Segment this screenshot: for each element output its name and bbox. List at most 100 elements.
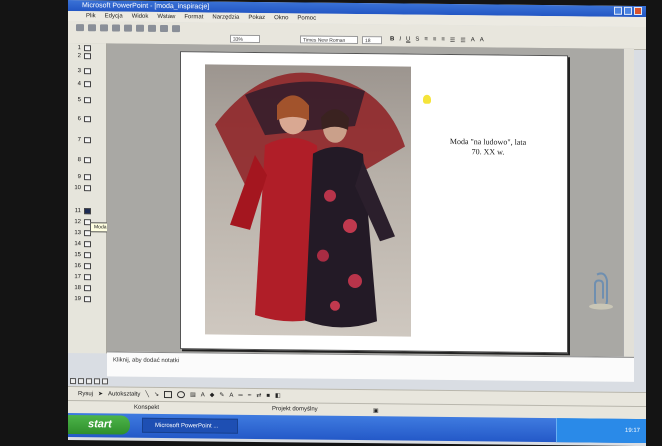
outline-slide-14[interactable]: 14 (71, 241, 91, 248)
print-icon[interactable] (112, 24, 120, 32)
menu-file[interactable]: Plik (86, 11, 96, 21)
outline-slide-7[interactable]: 7 (71, 137, 91, 144)
slide-caption[interactable]: Moda "na ludowo", lata 70. XX w. (429, 137, 547, 158)
line-icon[interactable]: ╲ (145, 391, 149, 398)
outline-slide-10[interactable]: 10 (71, 185, 91, 192)
outline-slide-2[interactable]: 2 (71, 53, 91, 60)
outline-slide-15[interactable]: 15 (71, 252, 91, 259)
dash-style-icon[interactable]: ┅ (248, 392, 252, 399)
slide-view-icon[interactable] (86, 378, 92, 385)
textbox-icon[interactable]: ▤ (190, 391, 196, 398)
cut-icon[interactable] (124, 24, 132, 32)
window-controls (614, 6, 642, 16)
windows-taskbar: start Microsoft PowerPoint ... 19:17 (68, 413, 646, 444)
slideshow-view-icon[interactable] (102, 378, 108, 385)
oval-icon[interactable] (177, 391, 186, 399)
shrink-font-icon[interactable]: A (480, 37, 484, 44)
align-left-icon[interactable]: ≡ (424, 37, 428, 44)
grow-font-icon[interactable]: A (471, 37, 475, 44)
outline-slide-13[interactable]: 13 (71, 230, 91, 237)
status-view: Konspekt (134, 404, 160, 411)
outline-slide-5[interactable]: 5 (71, 97, 91, 104)
new-icon[interactable] (76, 24, 84, 32)
line-color-icon[interactable]: ✎ (219, 392, 224, 399)
spellcheck-icon: ▣ (373, 408, 379, 415)
outline-slide-3[interactable]: 3 (71, 68, 91, 75)
shadow-style-icon[interactable]: ■ (266, 393, 270, 399)
line-style-icon[interactable]: ═ (238, 392, 242, 398)
menu-view[interactable]: Widok (132, 12, 149, 22)
menu-edit[interactable]: Edycja (105, 11, 123, 21)
outline-slide-19[interactable]: 19 (71, 296, 91, 303)
menu-format[interactable]: Format (184, 12, 203, 22)
outline-slide-1[interactable]: 1 (71, 45, 91, 52)
paste-icon[interactable] (148, 24, 156, 32)
close-button[interactable] (634, 6, 642, 16)
zoom-select[interactable]: 33% (230, 34, 260, 44)
current-slide[interactable]: Moda "na ludowo", lata 70. XX w. (180, 51, 568, 354)
italic-icon[interactable]: I (399, 36, 401, 43)
notes-pane[interactable]: Kliknij, aby dodać notatki (107, 351, 634, 382)
tray-clock[interactable]: 19:17 (625, 428, 640, 434)
office-assistant-icon[interactable] (585, 270, 615, 310)
slide-icon (84, 174, 91, 181)
slide-icon (84, 263, 91, 270)
align-center-icon[interactable]: ≡ (433, 37, 437, 44)
minimize-button[interactable] (614, 6, 622, 15)
autoshapes-menu[interactable]: Autokształty (108, 391, 140, 397)
arrow-style-icon[interactable]: ⇄ (256, 392, 261, 399)
lightbulb-icon[interactable] (423, 94, 431, 104)
outline-slide-9[interactable]: 9 (71, 174, 91, 181)
font-size-select[interactable]: 18 (362, 36, 382, 45)
menu-insert[interactable]: Wstaw (157, 12, 175, 22)
wordart-icon[interactable]: A (201, 392, 205, 398)
sorter-view-icon[interactable] (94, 378, 100, 385)
draw-menu[interactable]: Rysuj (78, 391, 93, 397)
taskbar-powerpoint[interactable]: Microsoft PowerPoint ... (142, 417, 238, 434)
menu-show[interactable]: Pokaz (248, 13, 265, 23)
outline-pane: 1 2 3 4 5 6 7 8 9 10 11 12 13 14 15 16 1… (68, 43, 107, 354)
slide-icon (84, 252, 91, 259)
outline-slide-8[interactable]: 8 (71, 157, 91, 164)
menu-tools[interactable]: Narzędzia (212, 13, 239, 23)
slide-photo[interactable] (205, 64, 411, 337)
outline-slide-6[interactable]: 6 (71, 116, 91, 123)
save-icon[interactable] (100, 24, 108, 32)
maximize-button[interactable] (624, 6, 632, 15)
outline-slide-17[interactable]: 17 (71, 274, 91, 281)
font-color-icon[interactable]: A (229, 392, 233, 398)
vertical-scrollbar[interactable] (623, 48, 634, 357)
outline-slide-11[interactable]: 11 (71, 208, 91, 215)
slide-icon (84, 81, 91, 88)
outline-slide-16[interactable]: 16 (71, 263, 91, 270)
outline-slide-4[interactable]: 4 (71, 81, 91, 88)
start-button[interactable]: start (68, 415, 130, 435)
3d-style-icon[interactable]: ◧ (275, 392, 281, 399)
underline-icon[interactable]: U (406, 37, 410, 44)
format-icons: B I U S ≡ ≡ ≡ ☰ ☰ A A (390, 36, 484, 44)
bold-icon[interactable]: B (390, 36, 394, 43)
normal-view-icon[interactable] (70, 378, 76, 385)
shadow-icon[interactable]: S (415, 37, 419, 44)
fill-color-icon[interactable]: ◆ (210, 391, 215, 398)
align-right-icon[interactable]: ≡ (441, 37, 445, 44)
arrow-icon[interactable]: ↘ (154, 391, 159, 398)
numbering-icon[interactable]: ☰ (450, 37, 455, 44)
outline-slide-12[interactable]: 12 (71, 219, 91, 226)
slide-edit-area: Moda "na ludowo", lata 70. XX w. (107, 43, 634, 357)
copy-icon[interactable] (136, 24, 144, 32)
slide-icon (84, 241, 91, 248)
menu-window[interactable]: Okno (274, 13, 288, 23)
slide-icon (84, 137, 91, 144)
font-name-select[interactable]: Times New Roman (300, 35, 358, 45)
outline-slide-18[interactable]: 18 (71, 285, 91, 292)
rectangle-icon[interactable] (164, 391, 173, 399)
redo-icon[interactable] (172, 25, 180, 33)
select-arrow-icon[interactable]: ➤ (98, 390, 103, 397)
undo-icon[interactable] (160, 24, 168, 33)
open-icon[interactable] (88, 24, 96, 32)
outline-view-icon[interactable] (78, 378, 84, 385)
bullets-icon[interactable]: ☰ (460, 37, 465, 44)
menu-help[interactable]: Pomoc (297, 13, 316, 23)
slide-icon (84, 157, 91, 164)
